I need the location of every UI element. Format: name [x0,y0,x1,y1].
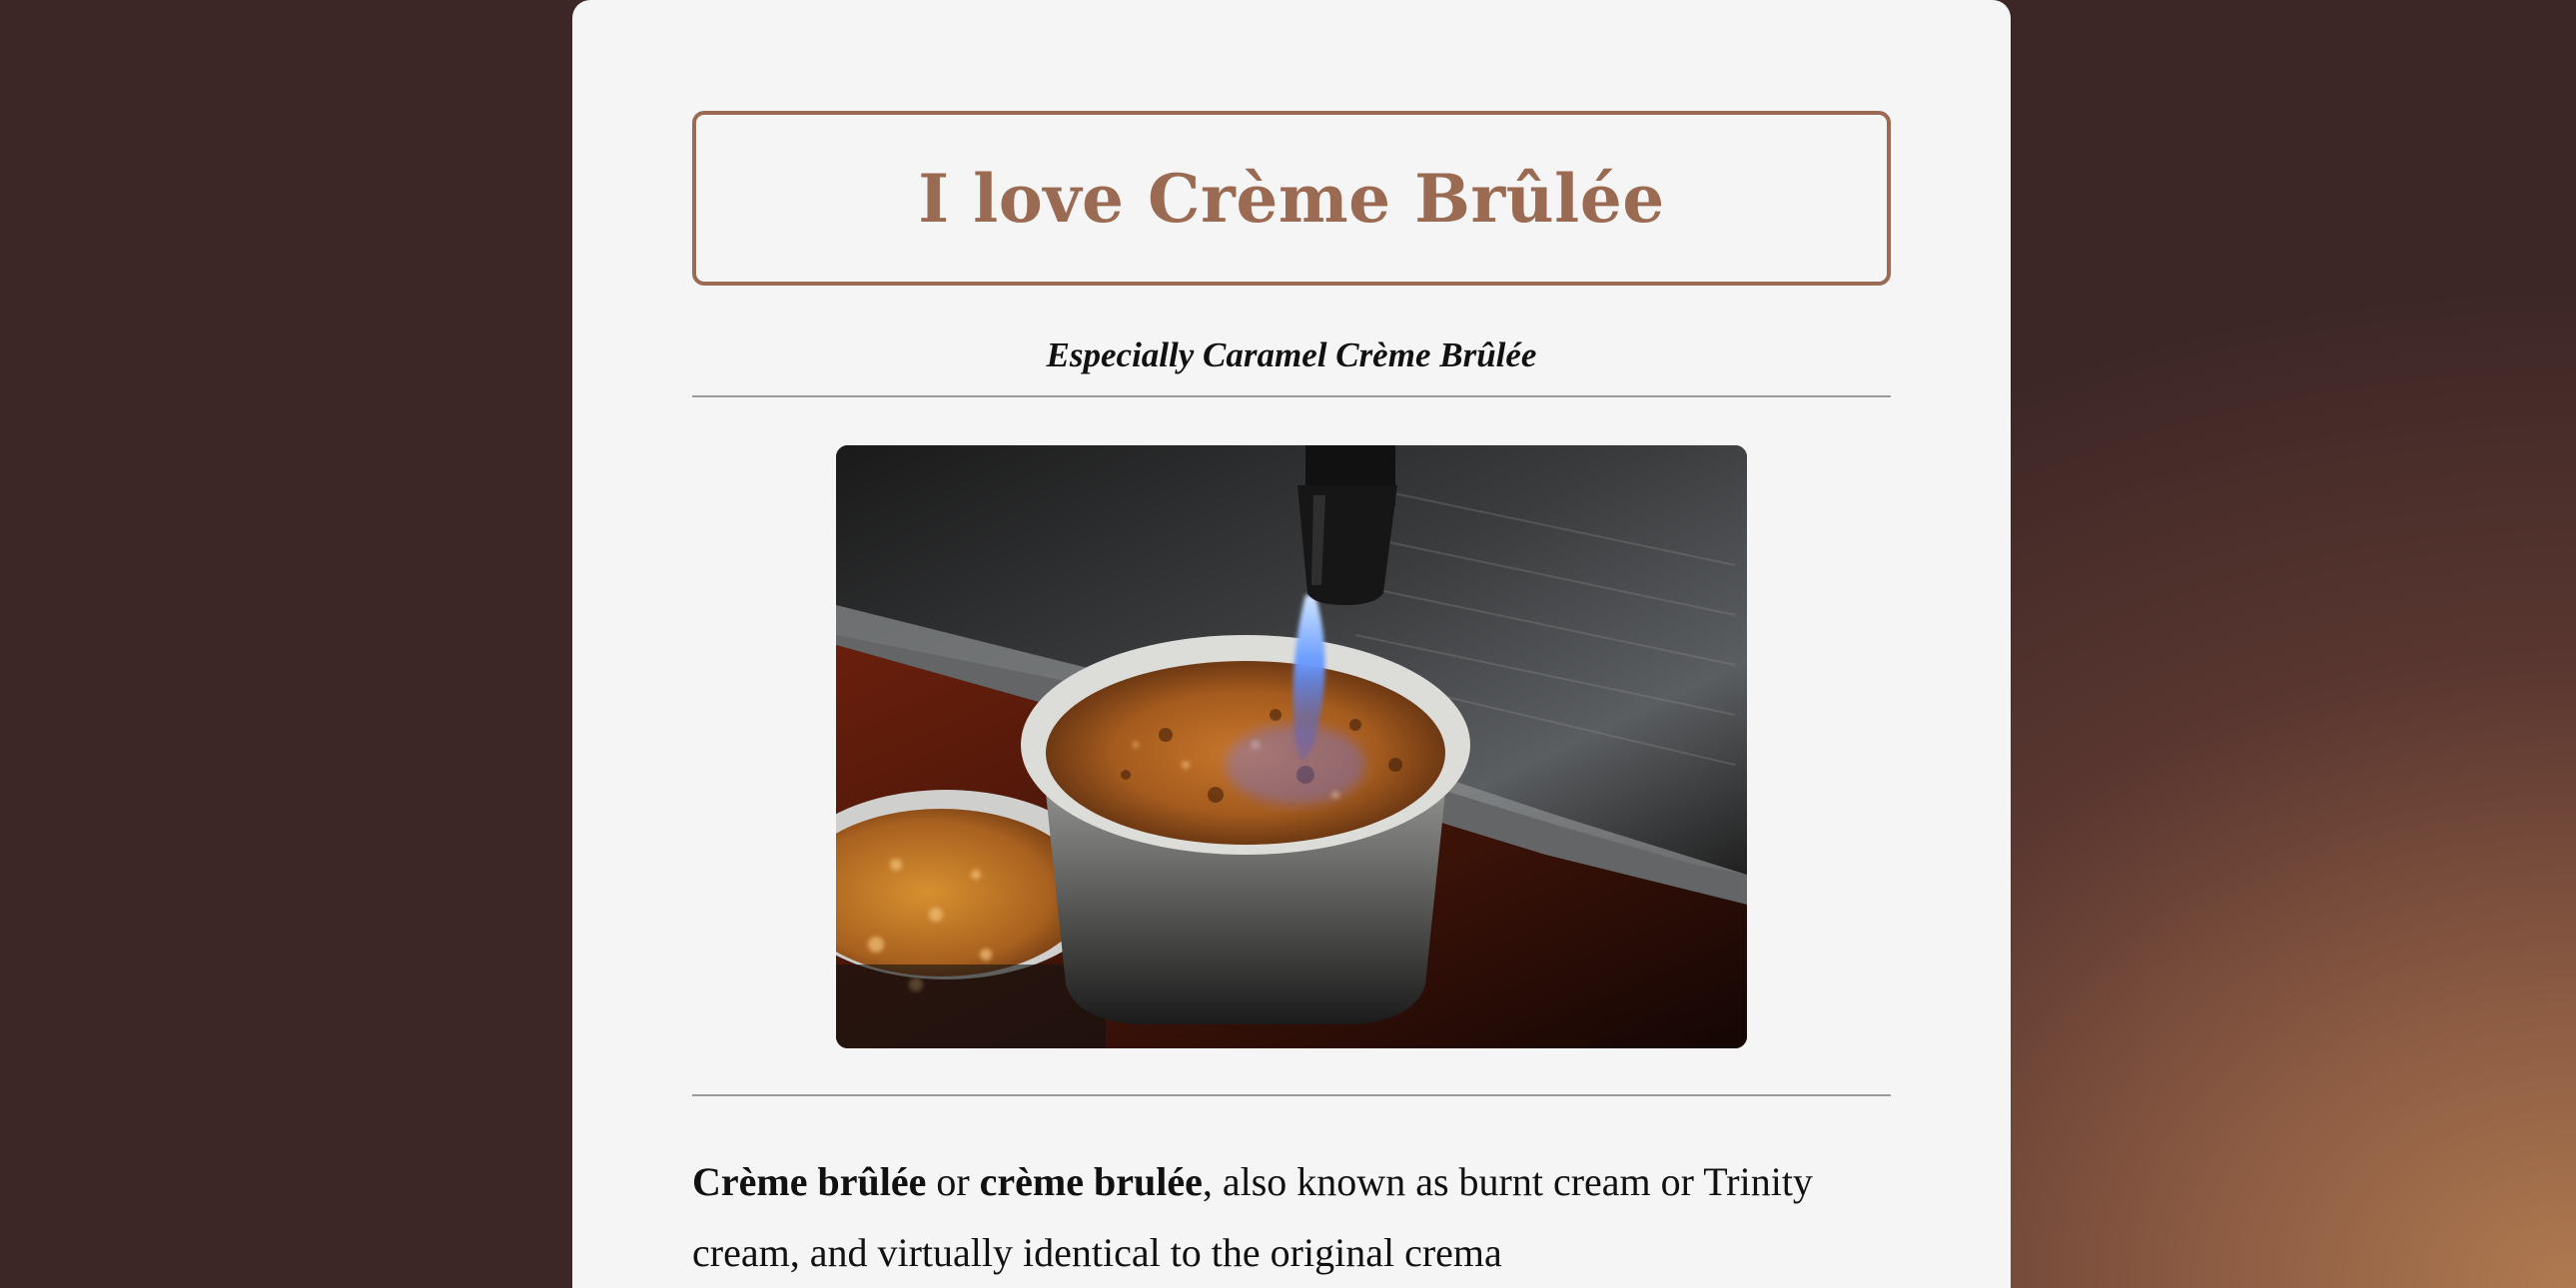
torch-photo-illustration [836,445,1747,1048]
term-creme-brulee-alt: crème brulée [979,1159,1203,1204]
content-card: I love Crème Brûlée Especially Caramel C… [572,0,2011,1288]
intro-paragraph: Crème brûlée or crème brulée, also known… [692,1146,1891,1288]
divider-bottom [692,1094,1891,1096]
title-box: I love Crème Brûlée [692,111,1891,286]
page-subtitle: Especially Caramel Crème Brûlée [1046,335,1537,374]
term-creme-brulee: Crème brûlée [692,1159,927,1204]
creme-brulee-photo [836,445,1747,1048]
divider-top [692,395,1891,397]
intro-connector: or [926,1159,980,1204]
page-title: I love Crème Brûlée [918,159,1665,238]
